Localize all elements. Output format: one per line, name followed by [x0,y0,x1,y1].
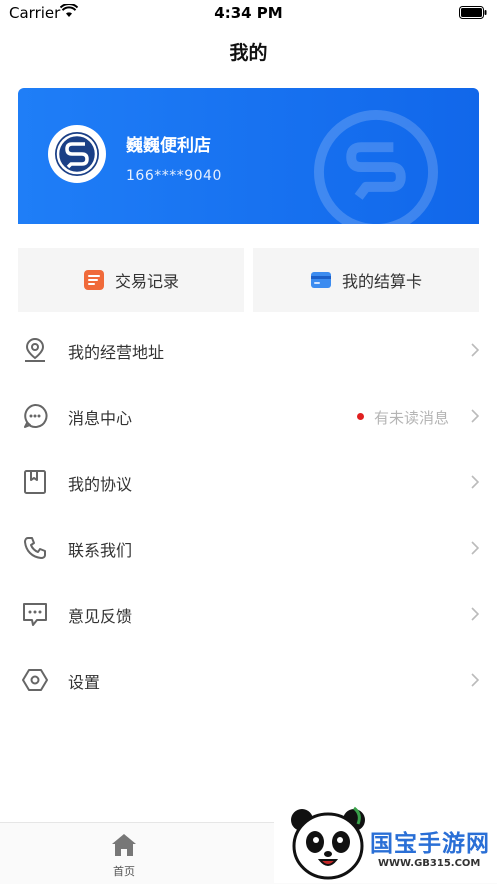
site-watermark-badge: 国宝手游网 WWW.GB315.COM [274,800,497,883]
feedback-chat-icon [23,603,47,626]
menu-item-settings[interactable]: 设置 [0,647,497,713]
settings-hexagon-icon [22,669,48,691]
chevron-right-icon [471,541,479,555]
chevron-right-icon [471,475,479,489]
store-name: 巍巍便利店 [126,136,211,156]
chevron-right-icon [471,409,479,423]
location-pin-icon [25,337,45,362]
menu-item-my-agreements[interactable]: 我的协议 [0,449,497,515]
unread-message-text: 有未读消息 [374,409,450,427]
unread-dot [357,413,364,420]
settlement-card-label: 我的结算卡 [341,272,422,291]
menu-item-feedback[interactable]: 意见反馈 [0,581,497,647]
chevron-right-icon [471,607,479,621]
chevron-right-icon [471,673,479,687]
phone-icon [24,537,46,559]
transaction-records-button[interactable]: 交易记录 [18,248,244,312]
menu-item-message-center[interactable]: 消息中心 有未读消息 [0,383,497,449]
badge-title: 国宝手游网 [370,831,490,857]
tab-home-label: 首页 [113,865,135,878]
bookmark-book-icon [24,470,46,494]
badge-url: WWW.GB315.COM [378,858,481,869]
tab-home[interactable]: 首页 [104,833,144,879]
brand-watermark-icon [314,110,438,224]
menu-label: 设置 [68,673,101,692]
bank-card-icon [310,272,331,288]
menu-label: 我的协议 [68,475,133,494]
menu-label: 意见反馈 [68,607,133,626]
battery-icon [459,6,487,19]
menu-label: 联系我们 [68,541,133,560]
clock: 4:34 PM [214,4,283,22]
menu-item-business-address[interactable]: 我的经营地址 [0,317,497,383]
home-icon [112,834,136,856]
store-logo-avatar [48,125,106,183]
chevron-right-icon [471,343,479,357]
panda-mascot-icon [291,806,365,880]
store-phone: 166****9040 [126,168,222,184]
menu-label: 消息中心 [68,409,133,428]
document-list-icon [83,270,104,290]
menu-label: 我的经营地址 [68,343,165,362]
status-bar: Carrier 4:34 PM [0,0,497,26]
transaction-records-label: 交易记录 [114,272,179,291]
menu-item-contact-us[interactable]: 联系我们 [0,515,497,581]
message-bubble-icon [24,403,48,428]
page-title: 我的 [229,42,268,64]
settlement-card-button[interactable]: 我的结算卡 [253,248,479,312]
profile-card[interactable]: 巍巍便利店 166****9040 [18,88,479,224]
